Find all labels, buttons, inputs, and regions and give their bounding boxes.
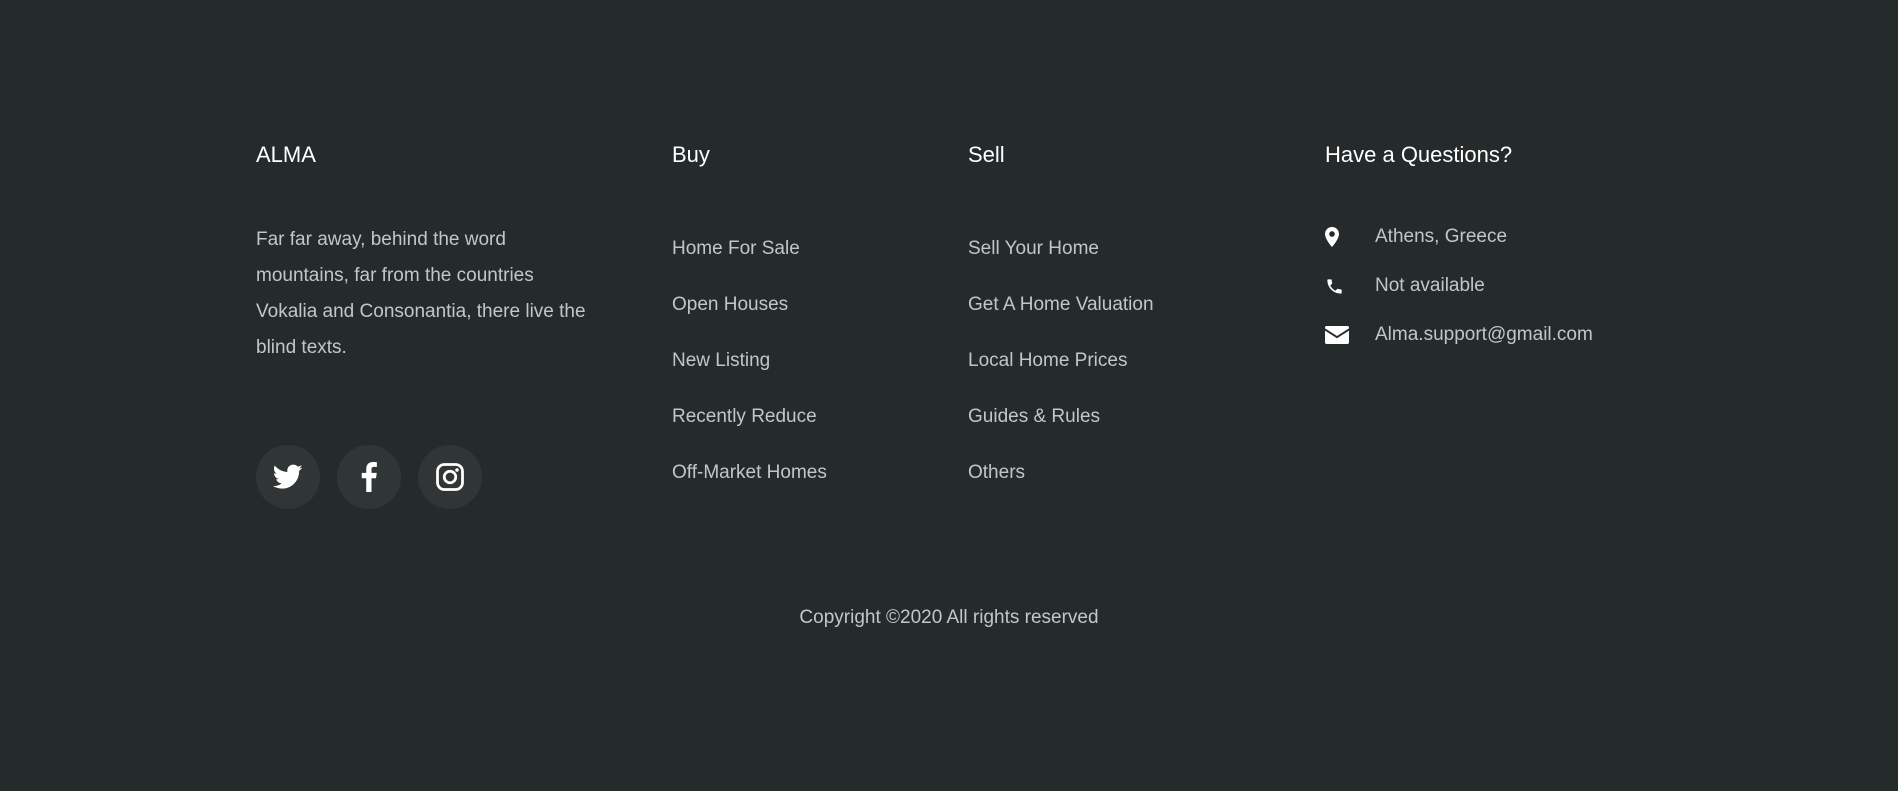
sell-title: Sell xyxy=(968,142,1005,167)
sell-link-sell-your-home[interactable]: Sell Your Home xyxy=(968,236,1154,292)
buy-links: Home For Sale Open Houses New Listing Re… xyxy=(672,236,827,516)
contact-email-text: Alma.support@gmail.com xyxy=(1375,324,1593,345)
buy-link-recently-reduce[interactable]: Recently Reduce xyxy=(672,404,827,460)
facebook-button[interactable] xyxy=(337,445,401,509)
buy-title: Buy xyxy=(672,142,710,167)
social-links xyxy=(256,445,482,509)
buy-link-open-houses[interactable]: Open Houses xyxy=(672,292,827,348)
contact-title: Have a Questions? xyxy=(1325,142,1513,167)
sell-link-home-valuation[interactable]: Get A Home Valuation xyxy=(968,292,1154,348)
buy-link-off-market-homes[interactable]: Off-Market Homes xyxy=(672,460,827,516)
sell-link-guides-rules[interactable]: Guides & Rules xyxy=(968,404,1154,460)
contact-email[interactable]: Alma.support@gmail.com xyxy=(1325,322,1593,371)
contact-phone-text: Not available xyxy=(1375,275,1485,296)
map-pin-icon xyxy=(1325,224,1375,250)
twitter-button[interactable] xyxy=(256,445,320,509)
brand-about-text: Far far away, behind the word mountains,… xyxy=(256,229,586,358)
contact-address-text: Athens, Greece xyxy=(1375,226,1508,247)
contact-address: Athens, Greece xyxy=(1325,224,1593,273)
twitter-icon xyxy=(273,464,303,490)
buy-link-home-for-sale[interactable]: Home For Sale xyxy=(672,236,827,292)
instagram-button[interactable] xyxy=(418,445,482,509)
sell-links: Sell Your Home Get A Home Valuation Loca… xyxy=(968,236,1154,516)
instagram-icon xyxy=(435,462,465,492)
phone-icon xyxy=(1325,273,1375,299)
envelope-icon xyxy=(1325,322,1375,348)
sell-link-local-home-prices[interactable]: Local Home Prices xyxy=(968,348,1154,404)
brand-title: ALMA xyxy=(256,142,316,167)
sell-link-others[interactable]: Others xyxy=(968,460,1154,516)
buy-link-new-listing[interactable]: New Listing xyxy=(672,348,827,404)
contact-list: Athens, Greece Not available Alma.suppor… xyxy=(1325,224,1593,371)
contact-phone[interactable]: Not available xyxy=(1325,273,1593,322)
copyright-text: Copyright ©2020 All rights reserved xyxy=(799,607,1099,628)
facebook-icon xyxy=(361,462,377,492)
site-footer: ALMA Far far away, behind the word mount… xyxy=(0,0,1898,791)
